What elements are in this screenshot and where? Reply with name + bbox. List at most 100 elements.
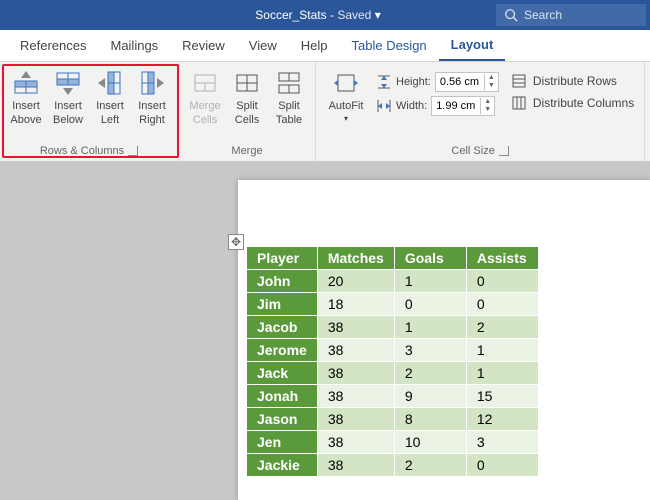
col-goals[interactable]: Goals <box>394 247 466 270</box>
stats-table[interactable]: Player Matches Goals Assists John2010Jim… <box>246 246 539 477</box>
cell-value[interactable]: 38 <box>317 339 394 362</box>
merge-cells-button: Merge Cells <box>185 66 225 143</box>
insert-above-icon <box>11 68 41 98</box>
search-box[interactable]: Search <box>496 4 646 26</box>
table-row[interactable]: Jim1800 <box>247 293 539 316</box>
cell-value[interactable]: 20 <box>317 270 394 293</box>
table-row[interactable]: Jen38103 <box>247 431 539 454</box>
table-row[interactable]: Jerome3831 <box>247 339 539 362</box>
l1: Split <box>236 100 257 112</box>
title-bar: Soccer_Stats - Saved ▾ Search <box>0 0 650 30</box>
rows-cols-dialog-launcher-icon[interactable] <box>128 146 138 156</box>
autofit-button[interactable]: AutoFit ▾ <box>322 66 370 125</box>
l1: Merge <box>189 100 220 112</box>
col-matches[interactable]: Matches <box>317 247 394 270</box>
cell-value[interactable]: 38 <box>317 316 394 339</box>
col-width-icon <box>376 98 392 114</box>
col-assists[interactable]: Assists <box>466 247 538 270</box>
spinner-arrows-icon[interactable]: ▲▼ <box>480 98 494 114</box>
l1: Insert <box>138 100 166 112</box>
group-merge-label: Merge <box>231 145 262 157</box>
l2: Table <box>276 114 302 126</box>
l1: Insert <box>54 100 82 112</box>
row-height-icon <box>376 74 392 90</box>
table-move-handle-icon[interactable]: ✥ <box>228 234 244 250</box>
cell-player[interactable]: Jonah <box>247 385 318 408</box>
cell-value[interactable]: 1 <box>394 316 466 339</box>
group-cell-size-label: Cell Size <box>451 145 494 157</box>
cell-player[interactable]: Jason <box>247 408 318 431</box>
cell-value[interactable]: 38 <box>317 431 394 454</box>
cell-value[interactable]: 3 <box>394 339 466 362</box>
cell-value[interactable]: 12 <box>466 408 538 431</box>
cell-value[interactable]: 3 <box>466 431 538 454</box>
cell-value[interactable]: 0 <box>466 454 538 477</box>
insert-above-button[interactable]: Insert Above <box>6 66 46 143</box>
table-row[interactable]: Jack3821 <box>247 362 539 385</box>
group-rows-columns: Insert Above Insert Below Insert Left In… <box>0 62 179 161</box>
tab-table-design[interactable]: Table Design <box>340 30 439 61</box>
tab-layout[interactable]: Layout <box>439 30 506 61</box>
cell-value[interactable]: 0 <box>394 293 466 316</box>
tab-review[interactable]: Review <box>170 30 237 61</box>
search-icon <box>504 8 518 22</box>
cell-value[interactable]: 2 <box>394 362 466 385</box>
width-spinner[interactable]: ▲▼ <box>431 96 495 116</box>
tab-help[interactable]: Help <box>289 30 340 61</box>
l2: Above <box>10 114 41 126</box>
cell-value[interactable]: 38 <box>317 408 394 431</box>
col-player[interactable]: Player <box>247 247 318 270</box>
insert-below-button[interactable]: Insert Below <box>48 66 88 143</box>
tab-view[interactable]: View <box>237 30 289 61</box>
cell-size-dialog-launcher-icon[interactable] <box>499 146 509 156</box>
table-row[interactable]: John2010 <box>247 270 539 293</box>
distribute-rows-button[interactable]: Distribute Rows <box>507 70 638 92</box>
width-input[interactable] <box>432 100 480 112</box>
tab-mailings[interactable]: Mailings <box>98 30 170 61</box>
cell-player[interactable]: Jack <box>247 362 318 385</box>
autofit-icon <box>331 68 361 98</box>
cell-value[interactable]: 18 <box>317 293 394 316</box>
distribute-columns-button[interactable]: Distribute Columns <box>507 92 638 114</box>
cell-value[interactable]: 15 <box>466 385 538 408</box>
l2: Cells <box>235 114 259 126</box>
cell-value[interactable]: 10 <box>394 431 466 454</box>
spinner-arrows-icon[interactable]: ▲▼ <box>484 74 498 90</box>
cell-value[interactable]: 1 <box>466 339 538 362</box>
cell-player[interactable]: Jackie <box>247 454 318 477</box>
table-row[interactable]: Jackie3820 <box>247 454 539 477</box>
cell-value[interactable]: 2 <box>394 454 466 477</box>
group-merge: Merge Cells Split Cells Split Table Merg… <box>179 62 316 161</box>
cell-value[interactable]: 1 <box>394 270 466 293</box>
title-dropdown-icon[interactable]: ▾ <box>375 8 381 22</box>
filename: Soccer_Stats <box>255 8 326 22</box>
split-cells-button[interactable]: Split Cells <box>227 66 267 143</box>
insert-right-icon <box>137 68 167 98</box>
cell-player[interactable]: Jim <box>247 293 318 316</box>
split-table-button[interactable]: Split Table <box>269 66 309 143</box>
cell-value[interactable]: 1 <box>466 362 538 385</box>
cell-player[interactable]: Jerome <box>247 339 318 362</box>
table-row[interactable]: Jason38812 <box>247 408 539 431</box>
table-row[interactable]: Jacob3812 <box>247 316 539 339</box>
height-input[interactable] <box>436 76 484 88</box>
cell-value[interactable]: 0 <box>466 270 538 293</box>
table-header-row: Player Matches Goals Assists <box>247 247 539 270</box>
insert-right-button[interactable]: Insert Right <box>132 66 172 143</box>
height-spinner[interactable]: ▲▼ <box>435 72 499 92</box>
cell-value[interactable]: 38 <box>317 362 394 385</box>
l1: AutoFit <box>329 100 364 112</box>
cell-player[interactable]: Jen <box>247 431 318 454</box>
tab-references[interactable]: References <box>8 30 98 61</box>
cell-player[interactable]: Jacob <box>247 316 318 339</box>
cell-player[interactable]: John <box>247 270 318 293</box>
cell-value[interactable]: 0 <box>466 293 538 316</box>
cell-value[interactable]: 8 <box>394 408 466 431</box>
cell-value[interactable]: 38 <box>317 385 394 408</box>
cell-value[interactable]: 2 <box>466 316 538 339</box>
insert-left-button[interactable]: Insert Left <box>90 66 130 143</box>
cell-value[interactable]: 38 <box>317 454 394 477</box>
cell-value[interactable]: 9 <box>394 385 466 408</box>
split-table-icon <box>274 68 304 98</box>
table-row[interactable]: Jonah38915 <box>247 385 539 408</box>
